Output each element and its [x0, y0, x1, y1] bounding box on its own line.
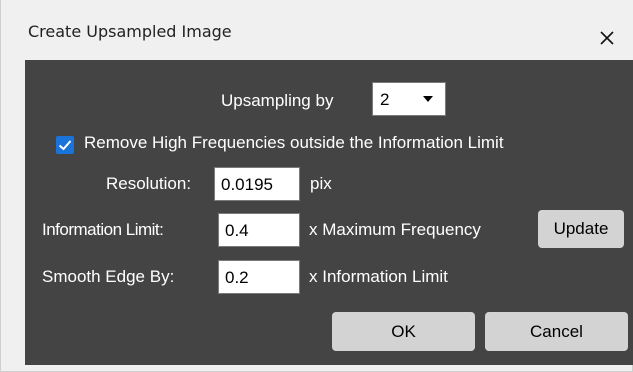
upsampling-label: Upsampling by: [221, 91, 334, 110]
resolution-label: Resolution:: [106, 174, 192, 193]
information-limit-field[interactable]: 0.4: [218, 213, 300, 247]
smooth-edge-field[interactable]: 0.2: [218, 260, 300, 294]
resolution-unit: pix: [310, 174, 332, 193]
smooth-edge-unit: x Information Limit: [309, 267, 448, 286]
dialog-window: Create Upsampled Image Upsampling by 2 R…: [0, 0, 633, 372]
ok-button[interactable]: OK: [332, 312, 475, 351]
upsampling-factor-value: 2: [380, 90, 390, 109]
upsampling-factor-dropdown[interactable]: 2: [372, 82, 446, 116]
information-limit-label: Information Limit:: [42, 220, 164, 239]
cancel-button[interactable]: Cancel: [485, 312, 628, 351]
dialog-body: Upsampling by 2 Remove High Frequencies …: [25, 60, 633, 365]
close-button[interactable]: [591, 22, 625, 52]
resolution-field[interactable]: 0.0195: [214, 167, 300, 201]
caret-down-icon: [423, 96, 433, 102]
information-limit-unit: x Maximum Frequency: [309, 220, 481, 239]
close-icon: [600, 31, 614, 45]
checkmark-icon: [58, 140, 72, 151]
update-button[interactable]: Update: [538, 210, 624, 248]
title-bar: Create Upsampled Image: [1, 0, 633, 60]
remove-high-frequencies-checkbox[interactable]: [56, 136, 74, 154]
smooth-edge-label: Smooth Edge By:: [42, 267, 175, 286]
dialog-title: Create Upsampled Image: [28, 22, 232, 41]
remove-high-frequencies-label: Remove High Frequencies outside the Info…: [84, 133, 504, 152]
